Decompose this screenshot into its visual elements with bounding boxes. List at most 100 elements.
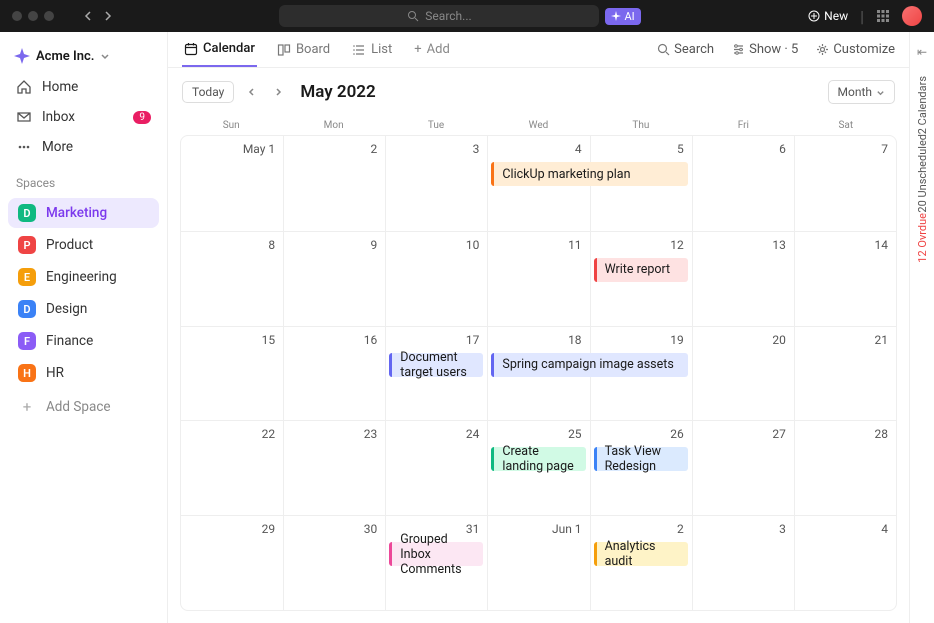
week-row: 15161718192021Document target usersSprin… xyxy=(181,326,896,421)
space-product[interactable]: PProduct xyxy=(8,230,159,260)
window-controls[interactable] xyxy=(12,11,54,21)
day-cell[interactable]: 29 xyxy=(181,516,283,610)
day-cell[interactable]: 15 xyxy=(181,327,283,421)
view-tab-calendar[interactable]: Calendar xyxy=(182,32,257,67)
day-cell[interactable]: May 1 xyxy=(181,136,283,231)
dow-label: Thu xyxy=(590,120,692,131)
add-view-button[interactable]: + Add xyxy=(412,33,452,66)
calendar-event[interactable]: ClickUp marketing plan xyxy=(491,162,687,186)
calendar-event[interactable]: Spring campaign image assets xyxy=(491,353,687,377)
prev-month-button[interactable] xyxy=(244,87,260,97)
calendar-event[interactable]: Task View Redesign xyxy=(594,447,688,471)
space-design[interactable]: DDesign xyxy=(8,294,159,324)
sidebar: Acme Inc. Home Inbox 9 More Spaces DMarketi… xyxy=(0,32,168,623)
spaces-header: Spaces xyxy=(0,162,167,196)
day-cell[interactable]: 20 xyxy=(692,327,794,421)
chevron-down-icon xyxy=(876,88,885,97)
global-search[interactable]: Search... xyxy=(279,5,599,27)
space-name: Design xyxy=(46,301,87,317)
space-engineering[interactable]: EEngineering xyxy=(8,262,159,292)
day-cell[interactable]: 30 xyxy=(283,516,385,610)
forward-button[interactable] xyxy=(102,11,112,21)
dow-label: Sun xyxy=(180,120,282,131)
apps-icon[interactable] xyxy=(876,9,890,23)
calendar-event[interactable]: Grouped Inbox Comments xyxy=(389,542,483,566)
day-cell[interactable]: 9 xyxy=(283,232,385,326)
titlebar: Search... AI New | xyxy=(0,0,934,32)
calendar-header: Today May 2022 Month xyxy=(168,68,909,116)
badge: 9 xyxy=(133,111,151,124)
avatar[interactable] xyxy=(902,6,922,26)
sliders-icon xyxy=(732,43,745,56)
workspace-name: Acme Inc. xyxy=(36,49,94,64)
nav-home[interactable]: Home xyxy=(0,72,167,102)
day-cell[interactable]: 3 xyxy=(385,136,487,231)
nav-label: More xyxy=(42,139,73,155)
gear-icon xyxy=(816,43,829,56)
day-cell[interactable]: 4 xyxy=(794,516,896,610)
search-icon xyxy=(407,10,419,22)
workspace-icon xyxy=(14,48,30,64)
add-space-button[interactable]: + Add Space xyxy=(8,392,159,422)
rail-expand-button[interactable]: ⇤ xyxy=(917,42,927,62)
day-cell[interactable]: 21 xyxy=(794,327,896,421)
day-cell[interactable]: 27 xyxy=(692,421,794,515)
day-cell[interactable]: 10 xyxy=(385,232,487,326)
month-title: May 2022 xyxy=(300,82,375,102)
day-cell[interactable]: 7 xyxy=(794,136,896,231)
search-button[interactable]: Search xyxy=(657,42,714,57)
plus-circle-icon xyxy=(808,10,820,22)
day-cell[interactable]: 23 xyxy=(283,421,385,515)
day-cell[interactable]: 3 xyxy=(692,516,794,610)
today-button[interactable]: Today xyxy=(182,81,234,103)
period-selector[interactable]: Month xyxy=(828,80,895,104)
day-cell[interactable]: 22 xyxy=(181,421,283,515)
view-label: Board xyxy=(296,42,330,57)
dow-label: Fri xyxy=(692,120,794,131)
day-cell[interactable]: 14 xyxy=(794,232,896,326)
week-row: May 1234567ClickUp marketing plan xyxy=(181,136,896,231)
view-tab-board[interactable]: Board xyxy=(275,32,332,67)
nav-label: Home xyxy=(42,79,78,95)
nav-more[interactable]: More xyxy=(0,132,167,162)
day-cell[interactable]: 2 xyxy=(283,136,385,231)
space-marketing[interactable]: DMarketing xyxy=(8,198,159,228)
board-icon xyxy=(277,43,291,57)
calendar-event[interactable]: Write report xyxy=(594,258,688,282)
nav-inbox[interactable]: Inbox 9 xyxy=(0,102,167,132)
day-cell[interactable]: Jun 1 xyxy=(487,516,589,610)
calendar-event[interactable]: Analytics audit xyxy=(594,542,688,566)
next-month-button[interactable] xyxy=(270,87,286,97)
dow-label: Tue xyxy=(385,120,487,131)
ai-button[interactable]: AI xyxy=(605,8,640,25)
rail-item[interactable]: 12 Ovrdue xyxy=(916,213,929,263)
day-cell[interactable]: 13 xyxy=(692,232,794,326)
workspace-selector[interactable]: Acme Inc. xyxy=(0,40,167,72)
space-name: Finance xyxy=(46,333,93,349)
day-cell[interactable]: 24 xyxy=(385,421,487,515)
back-button[interactable] xyxy=(84,11,94,21)
day-cell[interactable]: 8 xyxy=(181,232,283,326)
calendar-event[interactable]: Document target users xyxy=(389,353,483,377)
customize-button[interactable]: Customize xyxy=(816,42,895,57)
show-button[interactable]: Show · 5 xyxy=(732,42,798,57)
space-finance[interactable]: FFinance xyxy=(8,326,159,356)
day-cell[interactable]: 11 xyxy=(487,232,589,326)
space-hr[interactable]: HHR xyxy=(8,358,159,388)
view-label: List xyxy=(371,42,392,57)
search-placeholder: Search... xyxy=(425,9,471,23)
space-name: Product xyxy=(46,237,93,253)
right-rail: ⇤ 2 Calendars20 Unscheduled12 Ovrdue xyxy=(909,32,934,623)
rail-item[interactable]: 20 Unscheduled xyxy=(916,134,929,213)
day-cell[interactable]: 28 xyxy=(794,421,896,515)
new-button[interactable]: New xyxy=(808,9,848,23)
day-cell[interactable]: 6 xyxy=(692,136,794,231)
space-name: HR xyxy=(46,365,64,381)
nav-label: Inbox xyxy=(42,109,75,125)
day-cell[interactable]: 16 xyxy=(283,327,385,421)
calendar-event[interactable]: Create landing page xyxy=(491,447,585,471)
view-tab-list[interactable]: List xyxy=(350,32,394,67)
rail-item[interactable]: 2 Calendars xyxy=(916,76,929,134)
home-icon xyxy=(16,79,32,95)
space-letter-icon: D xyxy=(18,204,36,222)
